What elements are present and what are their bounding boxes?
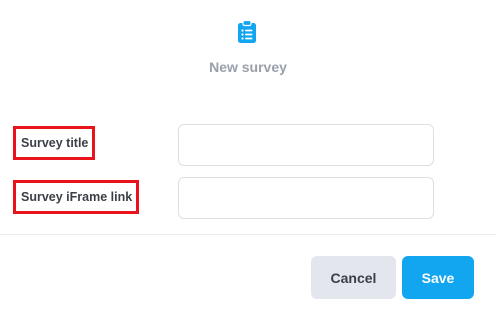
save-button[interactable]: Save (402, 256, 474, 299)
survey-title-label-highlight: Survey title (13, 126, 95, 160)
survey-title-label: Survey title (21, 136, 89, 150)
cancel-button[interactable]: Cancel (311, 256, 396, 299)
survey-iframe-link-label: Survey iFrame link (21, 190, 133, 204)
survey-iframe-link-input[interactable] (178, 177, 434, 219)
survey-title-input[interactable] (178, 124, 434, 166)
dialog-title: New survey (209, 59, 287, 75)
clipboard-list-icon (237, 19, 257, 44)
survey-iframe-link-label-highlight: Survey iFrame link (13, 180, 139, 214)
footer-divider (0, 234, 496, 235)
